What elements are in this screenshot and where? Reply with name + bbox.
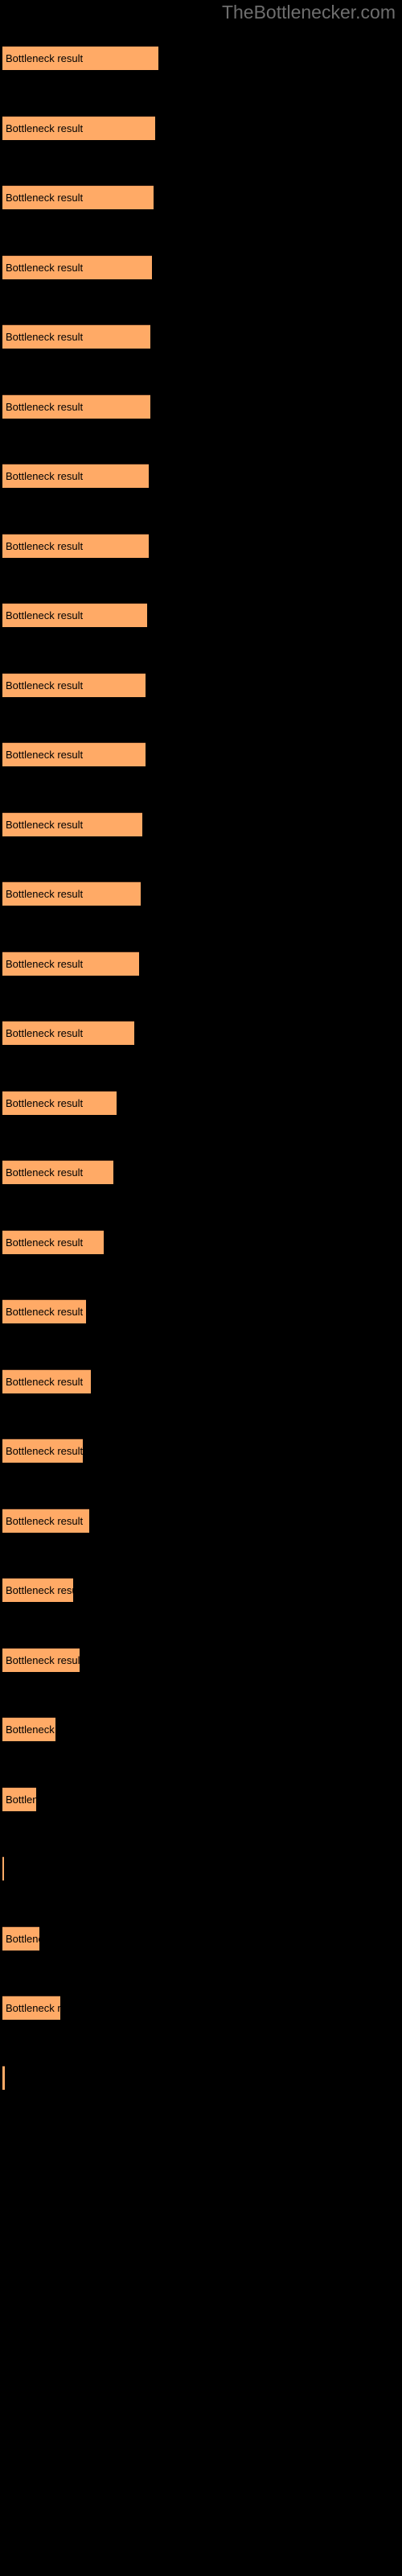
bar-29: Bottleneck result (2, 1996, 60, 2020)
bar-row: Bottleneck result (0, 1299, 402, 1323)
bar-6: Bottleneck result (2, 394, 150, 419)
bar-label: Bottleneck result (6, 1097, 84, 1109)
bar-row: Bottleneck result (0, 1439, 402, 1463)
bar-row: Bottleneck result (0, 394, 402, 419)
bar-label: Bottleneck result (6, 122, 84, 134)
bar-26: Bottleneck result (2, 1787, 36, 1811)
bar-label: Bottleneck result (6, 401, 84, 413)
bar-row: Bottleneck result (0, 464, 402, 488)
bar-21: Bottleneck result (2, 1439, 83, 1463)
bar-label: Bottleneck result (6, 470, 84, 482)
bar-19: Bottleneck result (2, 1299, 86, 1323)
bar-label: Bottleneck result (6, 331, 84, 343)
bar-2: Bottleneck result (2, 116, 155, 140)
bar-label: Bottleneck result (6, 1724, 55, 1736)
bar-label: Bottleneck result (6, 1654, 80, 1666)
bar-row: Bottleneck result (0, 1160, 402, 1184)
bar-11: Bottleneck result (2, 742, 146, 766)
bar-row: Bottleneck result (0, 46, 402, 70)
bar-row: Bottleneck result (0, 116, 402, 140)
bar-17: Bottleneck result (2, 1160, 113, 1184)
bar-row: Bottleneck result (0, 812, 402, 836)
bar-label: Bottleneck result (6, 262, 84, 274)
bar-22: Bottleneck result (2, 1509, 89, 1533)
bar-label: Bottleneck result (6, 52, 84, 64)
bar-3: Bottleneck result (2, 185, 154, 209)
bar-row: Bottleneck result (0, 255, 402, 279)
bar-label: Bottleneck result (6, 1445, 83, 1457)
bar-row: Bottleneck result (0, 324, 402, 349)
bar-10: Bottleneck result (2, 673, 146, 697)
bar-row: Bottleneck result (0, 1996, 402, 2020)
bar-label: Bottleneck result (6, 749, 84, 761)
bar-27: Bottleneck result (2, 1856, 4, 1880)
bar-13: Bottleneck result (2, 881, 141, 906)
bar-25: Bottleneck result (2, 1717, 55, 1741)
bar-row: Bottleneck result (0, 952, 402, 976)
bar-row: Bottleneck result (0, 603, 402, 627)
bar-8: Bottleneck result (2, 534, 149, 558)
bar-chart-canvas: TheBottlenecker.com Bottleneck result Bot… (0, 0, 402, 2576)
bar-row: Bottleneck result (0, 1578, 402, 1602)
bar-row: Bottleneck result (0, 1369, 402, 1393)
bar-label: Bottleneck result (6, 540, 84, 552)
bar-row: Bottleneck result (0, 1856, 402, 1880)
bar-12: Bottleneck result (2, 812, 142, 836)
bar-4: Bottleneck result (2, 255, 152, 279)
bar-row: Bottleneck result (0, 534, 402, 558)
bar-row: Bottleneck result (0, 1787, 402, 1811)
bar-row: Bottleneck result (0, 1230, 402, 1254)
bar-row: Bottleneck result (0, 1021, 402, 1045)
bar-row: Bottleneck result (0, 1717, 402, 1741)
bar-7: Bottleneck result (2, 464, 149, 488)
bar-label: Bottleneck result (6, 192, 84, 204)
bar-15: Bottleneck result (2, 1021, 134, 1045)
bar-14: Bottleneck result (2, 952, 139, 976)
bar-label: Bottleneck result (6, 1306, 84, 1318)
bar-5: Bottleneck result (2, 324, 150, 349)
bar-label: Bottleneck result (6, 1027, 84, 1039)
bar-row: Bottleneck result (0, 673, 402, 697)
bar-label: Bottleneck result (6, 1794, 36, 1806)
bar-20: Bottleneck result (2, 1369, 91, 1393)
bar-label: Bottleneck result (6, 819, 84, 831)
bar-row: Bottleneck result (0, 1509, 402, 1533)
bar-23: Bottleneck result (2, 1578, 73, 1602)
bar-row: Bottleneck result (0, 1091, 402, 1115)
bar-24: Bottleneck result (2, 1648, 80, 1672)
bar-9: Bottleneck result (2, 603, 147, 627)
bar-row: Bottleneck result (0, 185, 402, 209)
bar-16: Bottleneck result (2, 1091, 117, 1115)
bar-label: Bottleneck result (6, 888, 84, 900)
bar-label: Bottleneck result (6, 1376, 84, 1388)
bar-label: Bottleneck result (6, 1236, 84, 1249)
bar-label: Bottleneck result (6, 1933, 39, 1945)
bar-row: Bottleneck result (0, 2066, 402, 2090)
bar-row: Bottleneck result (0, 742, 402, 766)
bar-1: Bottleneck result (2, 46, 158, 70)
bar-row: Bottleneck result (0, 1648, 402, 1672)
bar-row: Bottleneck result (0, 1926, 402, 1951)
bar-label: Bottleneck result (6, 1166, 84, 1179)
bar-30: Bottleneck result (2, 2066, 5, 2090)
bar-28: Bottleneck result (2, 1926, 39, 1951)
watermark-label: TheBottlenecker.com (221, 2, 396, 23)
bar-label: Bottleneck result (6, 609, 84, 621)
bar-label: Bottleneck result (6, 1584, 73, 1596)
bar-18: Bottleneck result (2, 1230, 104, 1254)
bar-label: Bottleneck result (6, 1515, 84, 1527)
bar-row: Bottleneck result (0, 881, 402, 906)
bar-label: Bottleneck result (6, 679, 84, 691)
bar-label: Bottleneck result (6, 958, 84, 970)
bar-label: Bottleneck result (6, 2002, 60, 2014)
